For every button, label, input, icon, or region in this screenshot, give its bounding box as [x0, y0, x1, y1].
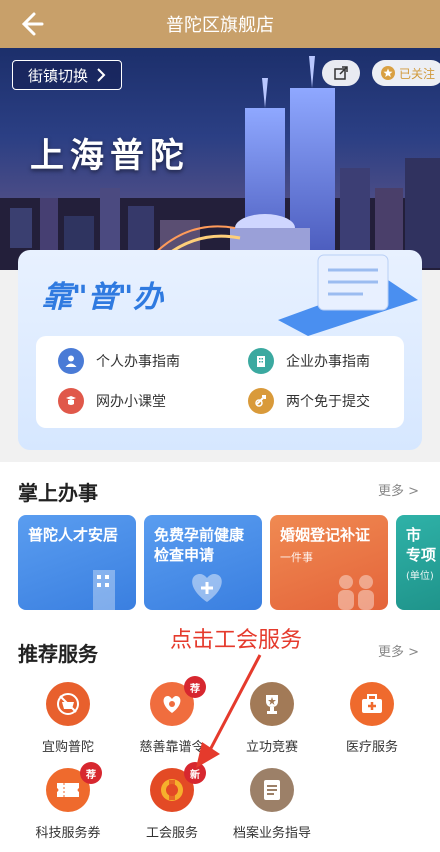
service-label: 科技服务券: [35, 826, 101, 841]
card-partial[interactable]: 市 专项 (单位): [396, 515, 440, 610]
guide-item-label: 企业办事指南: [286, 354, 370, 370]
medical-kit-icon: [350, 682, 394, 726]
guide-item-classroom[interactable]: 网办小课堂: [58, 388, 166, 414]
guide-item-label: 网办小课堂: [96, 394, 166, 410]
card-talent-housing[interactable]: 普陀人才安居: [18, 515, 136, 610]
guide-item-enterprise[interactable]: 企业办事指南: [248, 348, 370, 374]
shopping-icon: [46, 682, 90, 726]
card-title: 婚姻登记补证: [280, 526, 371, 544]
service-guide-panel: 靠"普"办 个人办事指南 企业办事指南 网办小课堂 两个免于提交: [18, 250, 422, 450]
person-icon: [58, 348, 84, 374]
document-illustration-icon: [278, 254, 418, 336]
more-link-recommend[interactable]: 更多 >: [378, 641, 419, 660]
guide-item-label: 两个免于提交: [286, 394, 370, 410]
follow-label: 已关注: [398, 66, 435, 81]
exempt-icon: [248, 388, 274, 414]
guide-item-label: 个人办事指南: [96, 354, 180, 370]
more-link-palm[interactable]: 更多 >: [378, 480, 419, 499]
annotation-arrow-icon: [196, 654, 262, 768]
service-medical[interactable]: 医疗服务: [322, 682, 422, 755]
card-title: 市: [406, 526, 422, 544]
hero-banner: 街镇切换 已关注 上海普陀: [0, 48, 440, 270]
classroom-icon: [58, 388, 84, 414]
card-subtitle: 一件事: [280, 551, 313, 564]
street-switch-label: 街镇切换: [27, 66, 88, 85]
share-icon: [334, 66, 348, 80]
card-title-line2: 检查申请: [154, 546, 215, 564]
card-pregnancy-check[interactable]: 免费孕前健康 检查申请: [144, 515, 262, 610]
service-tech-voucher[interactable]: 荐 科技服务券: [18, 762, 118, 841]
section-title-recommend: 推荐服务: [18, 642, 98, 666]
building-icon: [93, 570, 115, 610]
service-label: 宜购普陀: [41, 740, 94, 755]
page-title: 普陀区旗舰店: [166, 15, 274, 36]
card-title: 普陀人才安居: [28, 526, 119, 544]
section-title-palm: 掌上办事: [18, 481, 98, 505]
guide-item-exempt[interactable]: 两个免于提交: [248, 388, 370, 414]
slogan-text: 靠"普"办: [42, 280, 164, 315]
service-yigou-putuo[interactable]: 宜购普陀: [18, 682, 118, 755]
recommend-badge: 荐: [80, 762, 102, 784]
service-label: 档案业务指导: [232, 826, 311, 841]
follow-button[interactable]: 已关注: [372, 60, 440, 86]
back-arrow-icon[interactable]: [14, 8, 46, 40]
guide-box: 个人办事指南 企业办事指南 网办小课堂 两个免于提交: [36, 336, 404, 428]
card-subtitle: (单位): [406, 571, 434, 582]
couple-icon: [338, 575, 374, 610]
ticket-icon: 荐: [46, 762, 102, 812]
card-title: 免费孕前健康: [154, 526, 245, 544]
brand-text: 上海普陀: [30, 136, 190, 176]
top-bar: 普陀区旗舰店: [0, 0, 440, 48]
service-label: 医疗服务: [345, 740, 398, 755]
card-title-line2: 专项: [406, 546, 437, 564]
chevron-right-icon: [97, 68, 106, 82]
building-icon: [248, 348, 274, 374]
guide-item-personal[interactable]: 个人办事指南: [58, 348, 180, 374]
service-label: 工会服务: [145, 826, 198, 841]
star-icon: [380, 66, 395, 80]
health-heart-icon: [192, 574, 222, 602]
share-button[interactable]: [322, 60, 360, 86]
street-switch-button[interactable]: 街镇切换: [12, 60, 122, 90]
card-marriage-reissue[interactable]: 婚姻登记补证 一件事: [270, 515, 388, 610]
